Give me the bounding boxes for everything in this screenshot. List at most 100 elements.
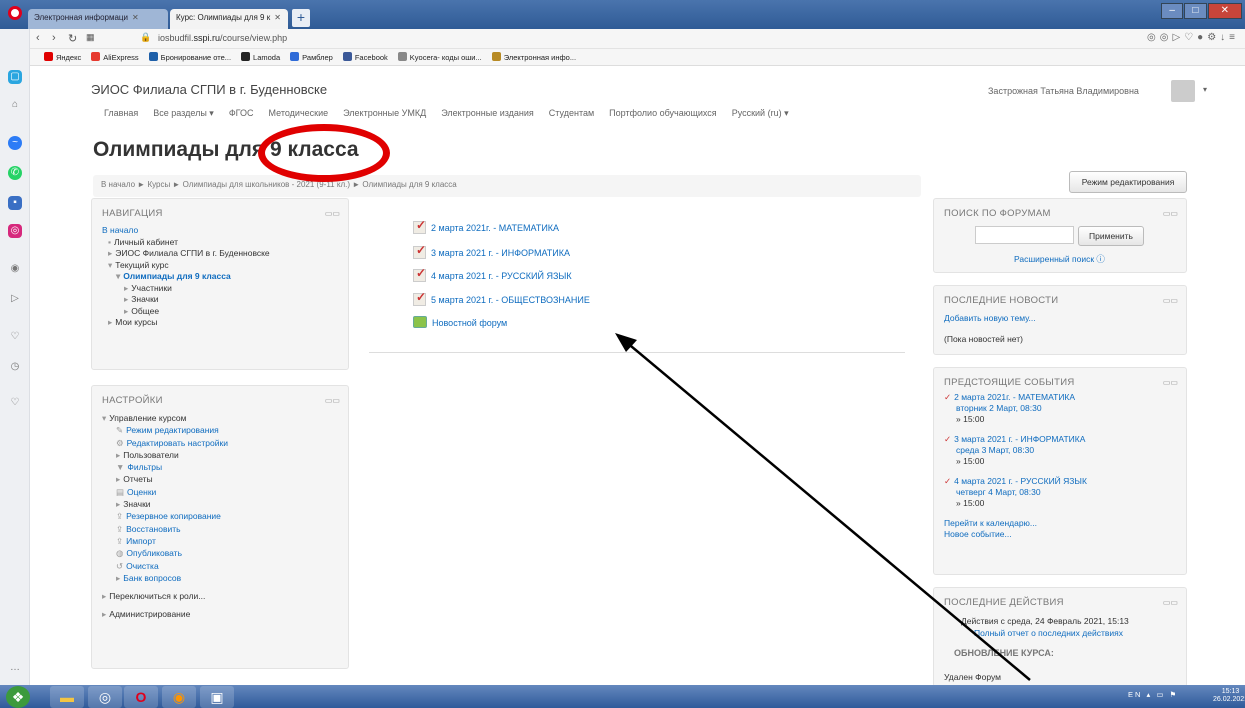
nav-methodical[interactable]: Методические (269, 108, 329, 119)
opera-icon[interactable]: O (124, 686, 158, 708)
activity-link[interactable]: 3 марта 2021 г. - ИНФОРМАТИКА (431, 248, 570, 258)
apply-button[interactable]: Применить (1078, 226, 1144, 246)
event-date[interactable]: четверг 4 Март, 08:30 (944, 487, 1087, 498)
new-tab-button[interactable]: + (292, 9, 310, 27)
settings-edit-mode[interactable]: ✎ Режим редактирования (102, 424, 228, 436)
bookmark-kyocera[interactable]: Kyocera- коды оши... (397, 52, 482, 62)
nav-tree-site[interactable]: ▸ ЭИОС Филиала СГПИ в г. Буденновске (102, 248, 270, 260)
block-controls-icon[interactable]: ▭▭ (1163, 209, 1178, 218)
close-icon[interactable]: ✕ (132, 13, 139, 22)
settings-backup[interactable]: ⇪ Резервное копирование (102, 510, 228, 522)
media-icon[interactable]: ◎ (88, 686, 122, 708)
chevron-down-icon[interactable]: ▾ (1203, 85, 1207, 94)
settings-question-bank[interactable]: ▸ Банк вопросов (102, 572, 228, 584)
close-icon[interactable]: ✕ (274, 13, 281, 22)
explorer-icon[interactable]: ▬ (50, 686, 84, 708)
app-icon[interactable]: ▣ (200, 686, 234, 708)
history-icon[interactable]: ◷ (8, 360, 22, 374)
browser-tab-1[interactable]: Электронная информаци ✕ (28, 9, 168, 29)
vk-icon[interactable]: ▪ (8, 196, 22, 210)
nav-language[interactable]: Русский (ru) ▾ (732, 108, 789, 119)
nav-tree-current-course[interactable]: ▾ Текущий курс (102, 260, 270, 272)
add-topic-link[interactable]: Добавить новую тему... (944, 313, 1036, 323)
activity-quiz-social[interactable]: 5 марта 2021 г. - ОБЩЕСТВОЗНАНИЕ (413, 290, 590, 306)
back-icon[interactable]: ‹ (36, 32, 40, 44)
advanced-search-link[interactable]: Расширенный поиск ⓘ (1014, 253, 1105, 265)
nav-e-publications[interactable]: Электронные издания (441, 108, 534, 119)
settings-grades[interactable]: ▤ Оценки (102, 486, 228, 498)
bookmark-aliexpress[interactable]: AliExpress (91, 52, 139, 62)
settings-course-admin[interactable]: ▾ Управление курсом (102, 412, 228, 424)
edit-mode-button[interactable]: Режим редактирования (1069, 171, 1187, 193)
event-date[interactable]: вторник 2 Март, 08:30 (944, 403, 1087, 414)
activity-quiz-math[interactable]: 2 марта 2021г. - МАТЕМАТИКА (413, 218, 559, 234)
settings-users[interactable]: ▸ Пользователи (102, 449, 228, 461)
nav-tree-participants[interactable]: ▸ Участники (102, 283, 270, 295)
activity-link[interactable]: 4 марта 2021 г. - РУССКИЙ ЯЗЫК (431, 271, 572, 281)
settings-edit-settings[interactable]: ⚙ Редактировать настройки (102, 437, 228, 449)
url-field[interactable]: iosbudfil.sspi.ru/course/view.php (158, 33, 287, 43)
settings-administration[interactable]: ▸ Администрирование (102, 608, 228, 620)
clock[interactable]: 15:13 26.02.2021 (1213, 688, 1245, 704)
go-to-calendar-link[interactable]: Перейти к календарю... (944, 518, 1037, 528)
settings-reports[interactable]: ▸ Отчеты (102, 473, 228, 485)
pin-icon[interactable]: ♡ (8, 396, 22, 410)
site-name[interactable]: ЭИОС Филиала СГПИ в г. Буденновске (91, 82, 327, 97)
nav-tree-label[interactable]: В начало (102, 225, 138, 235)
start-button[interactable]: ❖ (6, 686, 30, 708)
settings-switch-role[interactable]: ▸ Переключиться к роли... (102, 590, 228, 602)
event-item[interactable]: ✓ 2 марта 2021г. - МАТЕМАТИКА (944, 392, 1087, 403)
block-controls-icon[interactable]: ▭▭ (1163, 296, 1178, 305)
forward-icon[interactable]: › (52, 32, 56, 44)
system-tray[interactable]: EN ▴ ▭ ⚑ (1128, 690, 1178, 699)
bookmark-rambler[interactable]: Рамблер (290, 52, 333, 62)
settings-filters[interactable]: ▼ Фильтры (102, 461, 228, 473)
news-icon[interactable]: ◉ (8, 262, 22, 276)
maximize-button[interactable]: □ (1184, 3, 1207, 19)
address-bar-icons[interactable]: ◎◎▷♡●⚙↓≡ (1147, 32, 1239, 43)
activity-link[interactable]: 2 марта 2021г. - МАТЕМАТИКА (431, 223, 559, 233)
settings-reset[interactable]: ↺ Очистка (102, 560, 228, 572)
more-icon[interactable]: … (8, 661, 22, 675)
activity-quiz-russian[interactable]: 4 марта 2021 г. - РУССКИЙ ЯЗЫК (413, 266, 572, 282)
firefox-icon[interactable]: ◉ (162, 686, 196, 708)
block-controls-icon[interactable]: ▭▭ (1163, 378, 1178, 387)
settings-badges[interactable]: ▸ Значки (102, 498, 228, 510)
reload-icon[interactable]: ↻ (68, 32, 77, 45)
breadcrumb[interactable]: В начало ► Курсы ► Олимпиады для школьни… (93, 175, 921, 197)
heart-icon[interactable]: ♡ (8, 330, 22, 344)
bookmark-yandex[interactable]: Яндекс (44, 52, 81, 62)
nav-tree-my-courses[interactable]: ▸ Мои курсы (102, 317, 270, 329)
language-indicator[interactable]: EN (1128, 690, 1142, 699)
instagram-icon[interactable]: ◎ (8, 224, 22, 238)
event-item[interactable]: ✓ 3 марта 2021 г. - ИНФОРМАТИКА (944, 434, 1087, 445)
block-controls-icon[interactable]: ▭▭ (1163, 598, 1178, 607)
bookmark-eios[interactable]: Электронная инфо... (491, 52, 576, 62)
user-menu-name[interactable]: Застрожная Татьяна Владимировна (988, 86, 1139, 96)
full-report-link[interactable]: Полный отчет о последних действиях (974, 628, 1123, 638)
nav-home[interactable]: Главная (104, 108, 138, 119)
window-close-button[interactable]: ✕ (1207, 3, 1242, 19)
nav-tree-home[interactable]: В начало (102, 225, 270, 237)
nav-tree-badges[interactable]: ▸ Значки (102, 294, 270, 306)
event-item[interactable]: ✓ 4 марта 2021 г. - РУССКИЙ ЯЗЫК (944, 476, 1087, 487)
activity-news-forum[interactable]: Новостной форум (413, 316, 507, 328)
settings-restore[interactable]: ⇪ Восстановить (102, 523, 228, 535)
player-icon[interactable]: ▷ (8, 292, 22, 306)
speed-dial-icon[interactable]: ▦ (86, 32, 95, 43)
forum-search-input[interactable] (975, 226, 1074, 244)
settings-import[interactable]: ⇪ Импорт (102, 535, 228, 547)
nav-tree-general[interactable]: ▸ Общее (102, 306, 270, 318)
help-icon[interactable]: ⓘ (1096, 254, 1105, 264)
whatsapp-icon[interactable]: ✆ (8, 166, 22, 180)
avatar[interactable] (1171, 80, 1195, 102)
bookmark-facebook[interactable]: Facebook (342, 52, 388, 62)
nav-students[interactable]: Студентам (549, 108, 594, 119)
nav-umkd[interactable]: Электронные УМКД (343, 108, 426, 119)
nav-portfolio[interactable]: Портфолио обучающихся (609, 108, 717, 119)
event-date[interactable]: среда 3 Март, 08:30 (944, 445, 1087, 456)
new-event-link[interactable]: Новое событие... (944, 529, 1012, 539)
minimize-button[interactable]: – (1161, 3, 1184, 19)
settings-publish[interactable]: ◍ Опубликовать (102, 547, 228, 559)
nav-fgos[interactable]: ФГОС (229, 108, 254, 119)
